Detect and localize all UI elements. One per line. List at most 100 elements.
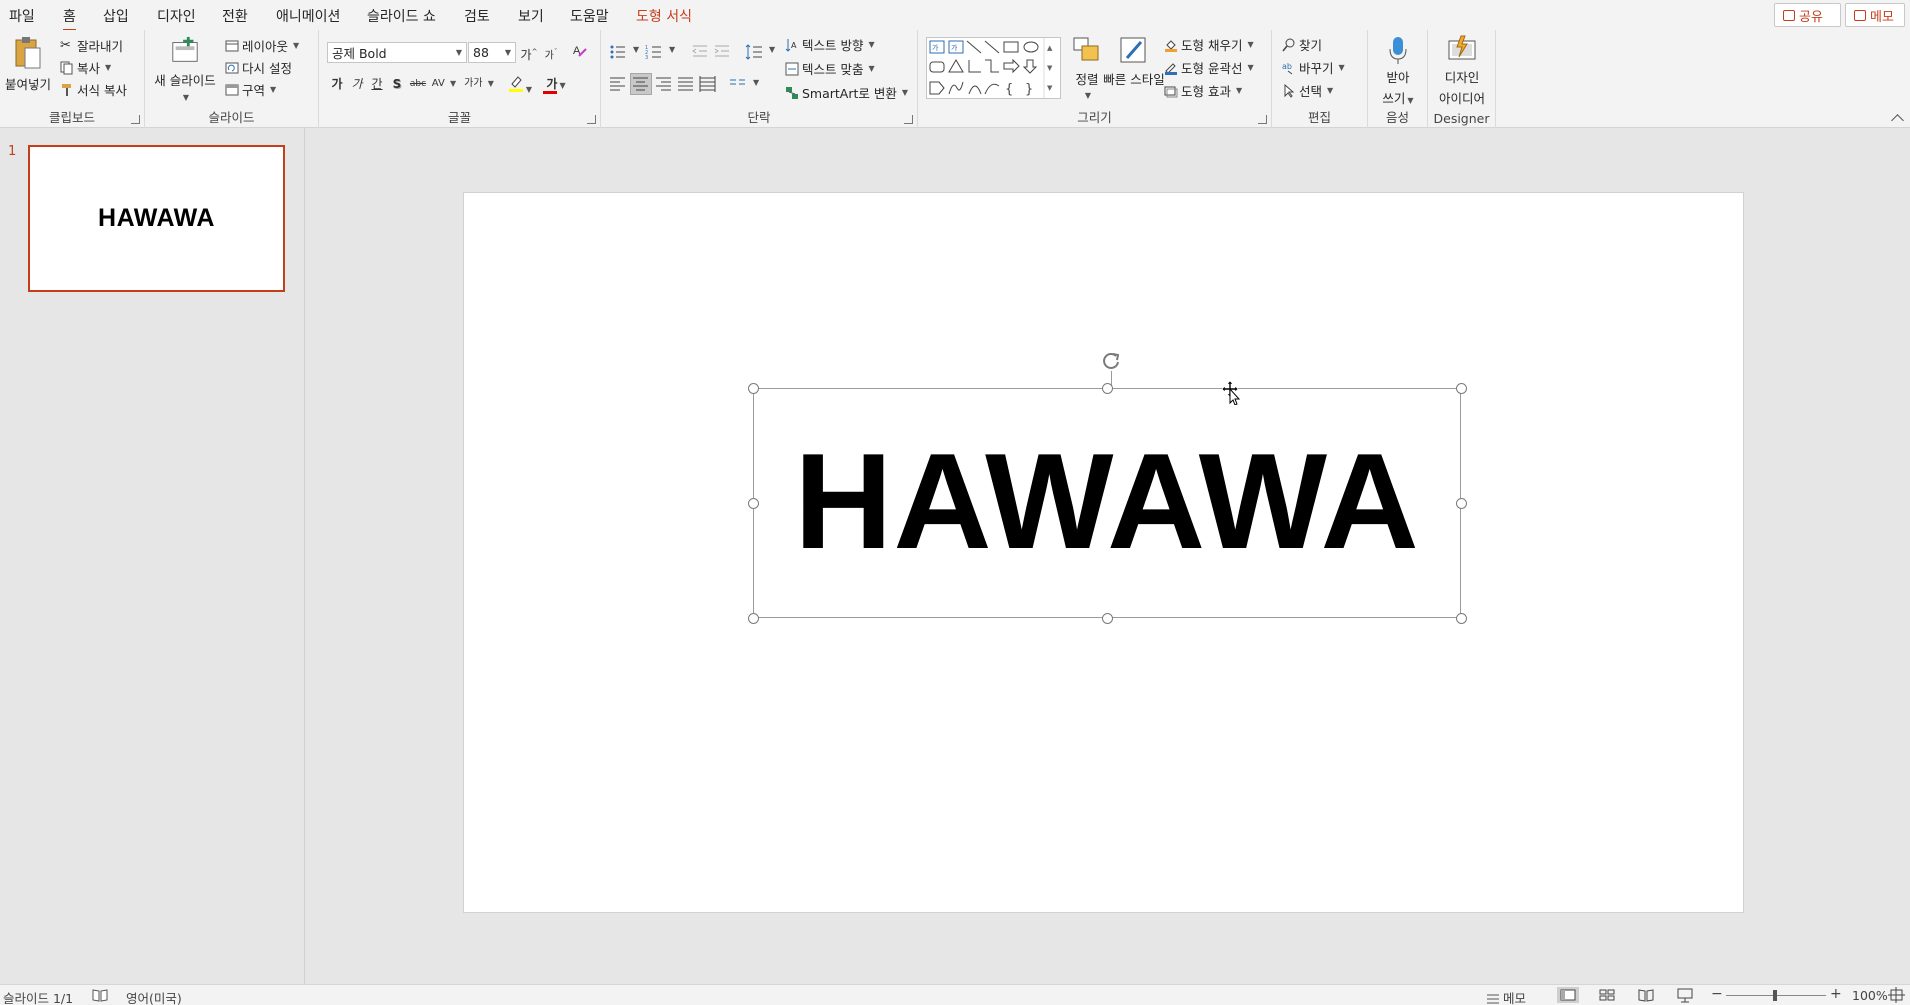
slide-canvas[interactable]: HAWAWA (463, 192, 1744, 913)
layout-button[interactable]: 레이아웃 ▼ (225, 36, 299, 55)
font-name-select[interactable]: 공제 Bold ▼ (327, 42, 467, 63)
format-painter-button[interactable]: 서식 복사 (60, 80, 127, 99)
font-size-select[interactable]: 88 ▼ (468, 42, 516, 63)
resize-handle-bottom[interactable] (1102, 613, 1113, 624)
resize-handle-top-right[interactable] (1456, 383, 1467, 394)
normal-view-icon[interactable] (1557, 987, 1579, 1003)
fit-to-window-icon[interactable] (1888, 987, 1906, 1003)
slide-thumbnail[interactable]: HAWAWA (28, 145, 285, 292)
arrange-button[interactable]: 정렬 ▼ (1068, 36, 1106, 100)
text-direction-button[interactable]: A 텍스트 방향 ▼ (785, 35, 875, 54)
shrink-font-button[interactable]: 가ˇ (541, 42, 561, 62)
columns-icon[interactable] (729, 75, 747, 93)
bold-button[interactable]: 가 (327, 74, 347, 94)
slides-group-label: 슬라이드 (208, 110, 255, 125)
tab-file[interactable]: 파일 (9, 6, 35, 26)
notes-button[interactable]: 메모 (1486, 988, 1526, 1005)
change-case-button[interactable]: 가가 ▼ (464, 74, 494, 94)
zoom-out-button[interactable]: − (1711, 986, 1723, 1002)
decrease-indent-icon[interactable] (691, 43, 709, 61)
slideshow-view-icon[interactable] (1674, 987, 1696, 1003)
clear-formatting-button[interactable]: A (569, 42, 589, 62)
notes-icon (1487, 994, 1499, 1003)
share-button[interactable]: 공유 (1774, 3, 1841, 27)
tab-animations[interactable]: 애니메이션 (276, 6, 340, 26)
chevron-down-icon[interactable]: ▼ (769, 45, 775, 54)
quick-styles-button[interactable]: 빠른 스타일 (1103, 36, 1165, 88)
numbering-icon[interactable]: 123 (645, 43, 663, 61)
line-spacing-icon[interactable] (745, 43, 763, 61)
rotate-handle-icon[interactable] (1100, 350, 1122, 372)
font-launcher-icon[interactable] (587, 115, 596, 124)
tab-shape-format[interactable]: 도형 서식 (636, 6, 692, 26)
drawing-launcher-icon[interactable] (1258, 115, 1267, 124)
collapse-ribbon-icon[interactable] (1891, 114, 1904, 127)
shapes-gallery[interactable]: 가 가 { } ▲ ▼ ▼ (926, 37, 1061, 99)
grow-font-button[interactable]: 가^ (519, 42, 539, 62)
font-color-button[interactable]: 가 ▼ (541, 74, 571, 94)
font-color-letter: 가 (546, 77, 558, 91)
dictate-button[interactable]: 받아 쓰기 ▼ (1376, 35, 1420, 107)
tab-slideshow[interactable]: 슬라이드 쇼 (367, 6, 436, 26)
strikethrough-button[interactable]: abc (408, 74, 428, 94)
tab-home[interactable]: 홈 (63, 6, 76, 32)
highlight-color-button[interactable]: ▼ (505, 74, 535, 94)
slide-sorter-icon[interactable] (1596, 987, 1618, 1003)
tab-transitions[interactable]: 전환 (222, 6, 248, 26)
replace-button[interactable]: ab 바꾸기 ▼ (1282, 58, 1345, 77)
chevron-down-icon: ▼ (1247, 40, 1254, 49)
new-slide-button[interactable]: 새 슬라이드 ▼ (153, 36, 217, 102)
convert-smartart-button[interactable]: SmartArt로 변환 ▼ (785, 83, 908, 102)
tab-design[interactable]: 디자인 (157, 6, 196, 26)
resize-handle-bottom-right[interactable] (1456, 613, 1467, 624)
shape-effects-button[interactable]: 도형 효과 ▼ (1164, 81, 1242, 100)
section-button[interactable]: 구역 ▼ (225, 80, 276, 99)
paste-button[interactable]: 붙여넣기 (2, 36, 54, 102)
tab-review[interactable]: 검토 (464, 6, 490, 26)
align-right-icon[interactable] (655, 75, 673, 93)
copy-button[interactable]: 복사 ▼ (60, 58, 111, 77)
design-ideas-button[interactable]: 디자인 아이디어 (1434, 35, 1490, 107)
align-text-button[interactable]: 텍스트 맞춤 ▼ (785, 59, 875, 78)
chevron-down-icon[interactable]: ▼ (105, 63, 111, 72)
resize-handle-top-left[interactable] (748, 383, 759, 394)
cut-button[interactable]: ✂ 잘라내기 (60, 36, 123, 55)
reading-view-icon[interactable] (1635, 987, 1657, 1003)
find-button[interactable]: 찾기 (1282, 35, 1322, 54)
tab-view[interactable]: 보기 (518, 6, 544, 26)
bullets-icon[interactable] (609, 43, 627, 61)
shape-outline-button[interactable]: 도형 윤곽선 ▼ (1164, 58, 1254, 77)
slide-text[interactable]: HAWAWA (794, 433, 1420, 569)
chevron-down-icon[interactable]: ▼ (633, 45, 639, 54)
selected-text-box[interactable]: HAWAWA (753, 388, 1461, 618)
zoom-in-button[interactable]: + (1830, 986, 1842, 1002)
reset-button[interactable]: 다시 설정 (225, 58, 292, 77)
resize-handle-top[interactable] (1102, 383, 1113, 394)
language-indicator[interactable]: 영어(미국) (126, 988, 182, 1005)
character-spacing-button[interactable]: AV ▼ (429, 74, 459, 94)
zoom-level[interactable]: 100% (1852, 988, 1888, 1003)
chevron-down-icon: ▼ (270, 85, 277, 94)
comments-button[interactable]: 메모 (1845, 3, 1905, 27)
distributed-icon[interactable] (699, 75, 717, 93)
resize-handle-bottom-left[interactable] (748, 613, 759, 624)
text-shadow-button[interactable]: S (387, 74, 407, 94)
clipboard-launcher-icon[interactable] (131, 115, 140, 124)
spell-check-book-icon[interactable] (92, 988, 108, 1002)
paragraph-launcher-icon[interactable] (904, 115, 913, 124)
underline-button[interactable]: 간 (367, 74, 387, 94)
tab-insert[interactable]: 삽입 (103, 6, 129, 26)
chevron-down-icon[interactable]: ▼ (753, 78, 759, 87)
italic-button[interactable]: 가 (347, 74, 367, 94)
tab-help[interactable]: 도움말 (570, 6, 609, 26)
resize-handle-right[interactable] (1456, 498, 1467, 509)
select-button[interactable]: 선택 ▼ (1282, 81, 1333, 100)
zoom-slider-thumb[interactable] (1773, 990, 1777, 1001)
resize-handle-left[interactable] (748, 498, 759, 509)
justify-icon[interactable] (677, 75, 695, 93)
shape-fill-button[interactable]: 도형 채우기 ▼ (1164, 35, 1254, 54)
align-center-button[interactable] (630, 73, 652, 95)
align-left-icon[interactable] (609, 75, 627, 93)
increase-indent-icon[interactable] (713, 43, 731, 61)
chevron-down-icon[interactable]: ▼ (669, 45, 675, 54)
